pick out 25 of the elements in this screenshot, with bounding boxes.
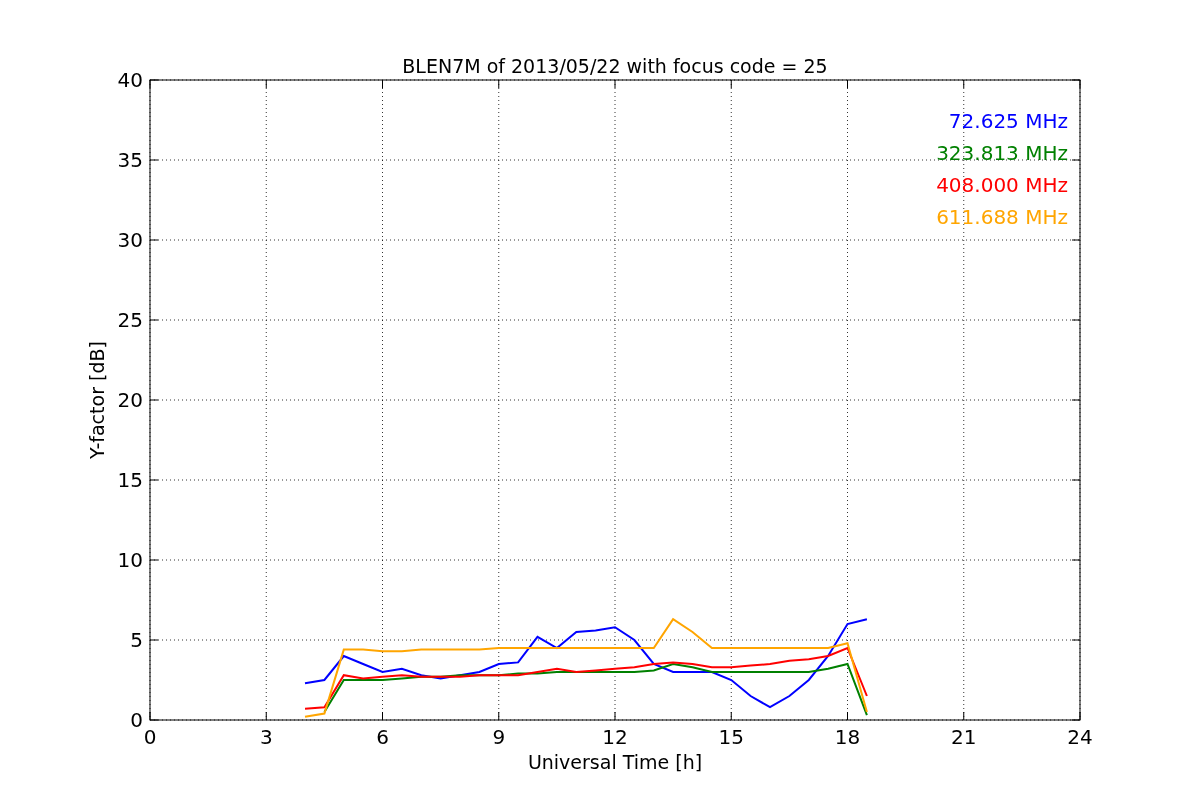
legend-label: 72.625 MHz (948, 109, 1068, 133)
x-axis-label: Universal Time [h] (527, 751, 703, 773)
x-tick-label: 6 (376, 725, 389, 749)
legend-label: 611.688 MHz (936, 205, 1068, 229)
x-tick-label: 18 (834, 725, 861, 749)
y-tick-label: 25 (117, 308, 143, 332)
x-tick-label: 15 (718, 725, 744, 749)
y-tick-label: 10 (117, 548, 143, 572)
legend-label: 323.813 MHz (936, 141, 1068, 165)
x-tick-label: 0 (143, 725, 157, 749)
legend-label: 408.000 MHz (936, 173, 1068, 197)
y-tick-label: 0 (130, 708, 143, 732)
x-tick-label: 9 (492, 725, 506, 749)
x-tick-label: 12 (602, 725, 628, 749)
y-tick-label: 5 (130, 628, 143, 652)
y-tick-label: 30 (117, 228, 143, 252)
chart-title: BLEN7M of 2013/05/22 with focus code = 25 (402, 55, 828, 77)
x-tick-label: 3 (259, 725, 273, 749)
y-tick-label: 35 (117, 148, 143, 172)
y-axis-label: Y-factor [dB] (86, 341, 108, 459)
x-tick-label: 24 (1067, 725, 1093, 749)
y-tick-label: 40 (117, 68, 143, 92)
y-tick-label: 20 (117, 388, 143, 412)
x-tick-label: 21 (951, 725, 977, 749)
y-tick-label: 15 (117, 468, 143, 492)
